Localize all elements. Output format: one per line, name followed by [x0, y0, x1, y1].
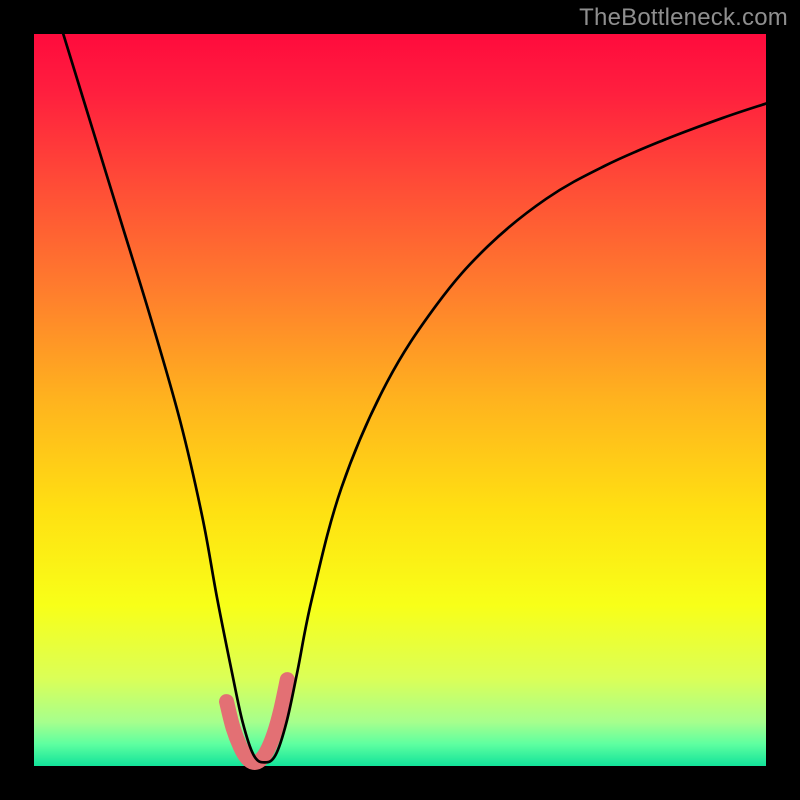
bottleneck-chart [0, 0, 800, 800]
watermark-text: TheBottleneck.com [579, 4, 788, 32]
chart-frame: TheBottleneck.com [0, 0, 800, 800]
